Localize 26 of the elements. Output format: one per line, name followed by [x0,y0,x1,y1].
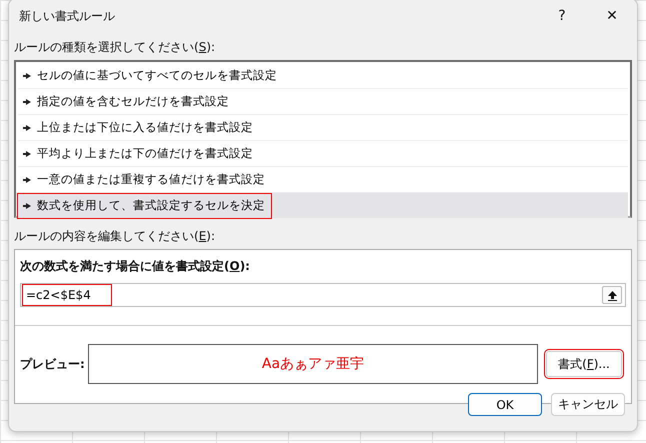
rule-edit-label: ルールの内容を編集してください(E): [14,228,216,245]
pointer-icon [23,98,31,104]
close-button[interactable]: ✕ [587,1,637,31]
pointer-icon [23,150,31,156]
help-button[interactable]: ? [537,1,587,31]
rule-type-item[interactable]: セルの値に基づいてすべてのセルを書式設定 [18,63,628,89]
rule-type-item[interactable]: 指定の値を含むセルだけを書式設定 [18,89,628,115]
rule-type-item[interactable]: 数式を使用して、書式設定するセルを決定 [18,193,628,219]
pointer-icon [23,124,31,130]
formula-value: =c2<$E$4 [23,285,111,305]
cancel-button[interactable]: キャンセル [551,393,625,416]
rule-type-item[interactable]: 平均より上または下の値だけを書式設定 [18,141,628,167]
rule-type-label: ルールの種類を選択してください(S): [14,39,216,56]
collapse-button[interactable] [602,286,622,304]
upload-arrow-icon [606,290,618,300]
ok-button[interactable]: OK [468,393,542,416]
formula-field[interactable]: =c2<$E$4 [20,283,626,307]
formula-label: 次の数式を満たす場合に値を書式設定(O): [20,258,251,275]
preview-sample: Aaあぁアァ亜宇 [262,355,364,373]
pointer-icon [23,176,31,182]
pointer-icon [23,202,31,208]
rule-type-item[interactable]: 上位または下位に入る値だけを書式設定 [18,115,628,141]
pointer-icon [23,72,31,78]
window-title: 新しい書式ルール [19,8,115,24]
preview-label: プレビュー: [20,356,86,372]
format-button[interactable]: 書式(F)... [546,351,622,377]
